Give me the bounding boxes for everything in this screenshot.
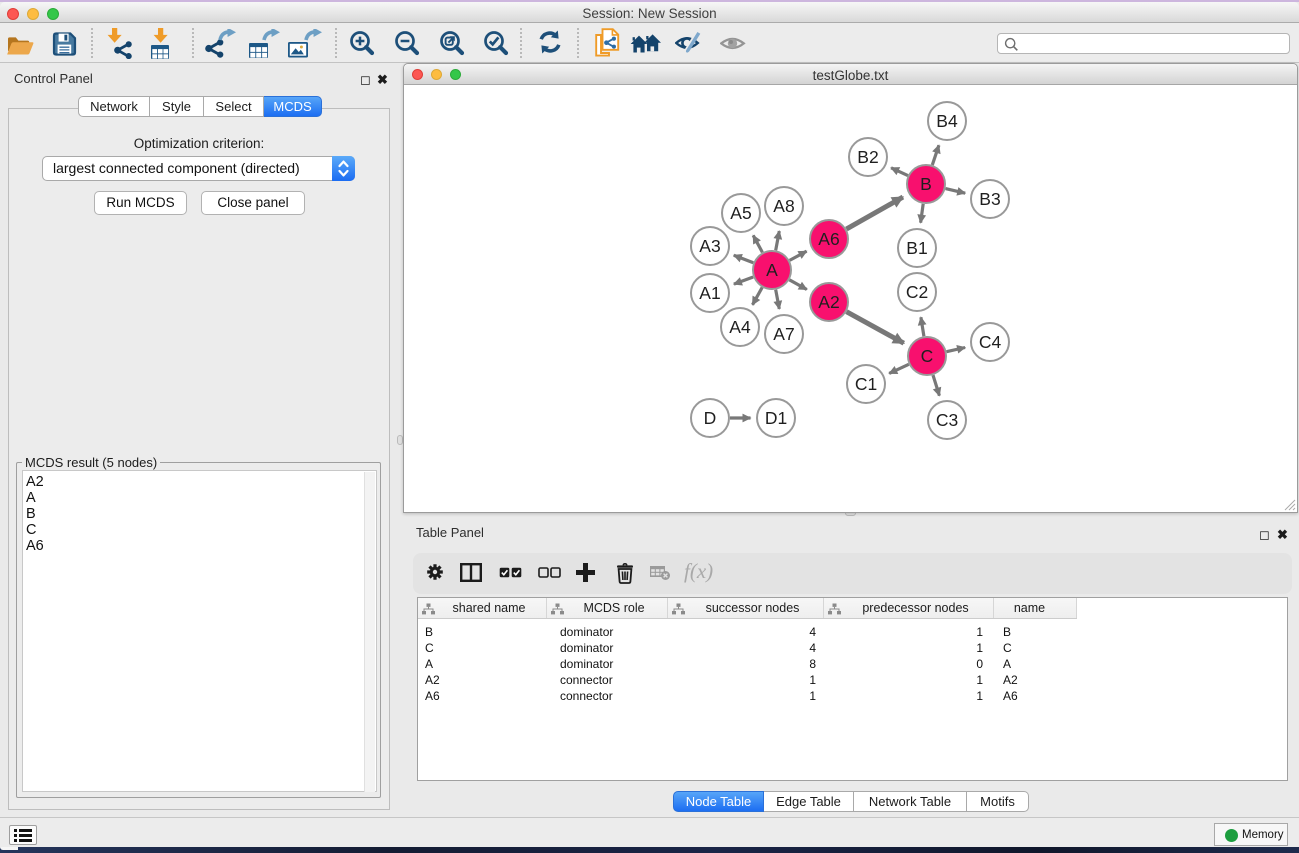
svg-text:B2: B2	[857, 147, 878, 167]
svg-text:C1: C1	[855, 374, 877, 394]
svg-text:A: A	[766, 260, 778, 280]
svg-text:C4: C4	[979, 332, 1002, 352]
svg-text:A2: A2	[818, 292, 839, 312]
svg-text:A8: A8	[773, 196, 794, 216]
svg-text:C2: C2	[906, 282, 928, 302]
svg-text:A6: A6	[818, 229, 839, 249]
svg-text:A7: A7	[773, 324, 794, 344]
svg-text:B1: B1	[906, 238, 927, 258]
svg-text:B4: B4	[936, 111, 958, 131]
svg-text:B: B	[920, 174, 932, 194]
svg-text:A3: A3	[699, 236, 720, 256]
svg-text:B3: B3	[979, 189, 1000, 209]
svg-text:C: C	[921, 346, 934, 366]
svg-text:A5: A5	[730, 203, 751, 223]
svg-text:C3: C3	[936, 410, 958, 430]
svg-text:A4: A4	[729, 317, 751, 337]
svg-text:D: D	[704, 408, 717, 428]
svg-text:A1: A1	[699, 283, 720, 303]
svg-text:D1: D1	[765, 408, 787, 428]
